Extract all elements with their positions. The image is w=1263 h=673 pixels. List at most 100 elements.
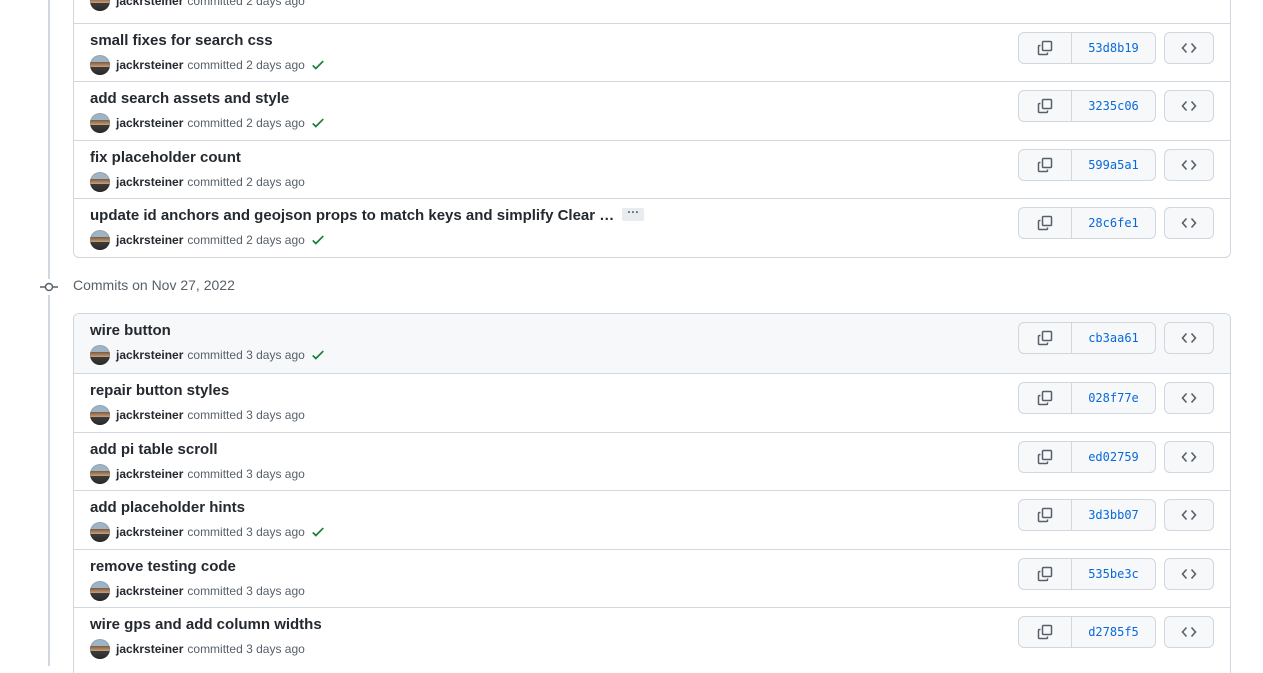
avatar[interactable] — [90, 172, 110, 192]
commit-sha-link[interactable]: 599a5a1 — [1072, 150, 1155, 180]
author-link[interactable]: jackrsteiner — [116, 0, 183, 8]
copy-sha-button[interactable] — [1019, 559, 1072, 589]
sha-button-group: d2785f5 — [1018, 616, 1156, 648]
author-link[interactable]: jackrsteiner — [116, 467, 183, 481]
copy-sha-button[interactable] — [1019, 150, 1072, 180]
commit-meta: jackrsteiner committed 3 days ago — [90, 464, 305, 484]
commit-message-link[interactable]: fix placeholder count — [90, 149, 241, 166]
author-link[interactable]: jackrsteiner — [116, 116, 183, 130]
commit-row: remove testing code jackrsteiner committ… — [74, 549, 1230, 607]
avatar[interactable] — [90, 55, 110, 75]
avatar[interactable] — [90, 0, 110, 11]
copy-sha-button[interactable] — [1019, 91, 1072, 121]
expand-message-button[interactable]: ··· — [622, 206, 645, 221]
copy-icon — [1037, 98, 1053, 114]
commit-action: committed — [187, 233, 243, 247]
copy-sha-button[interactable] — [1019, 500, 1072, 530]
commit-sha-link[interactable]: ed02759 — [1072, 442, 1155, 472]
commit-sha-link[interactable]: 28c6fe1 — [1072, 208, 1155, 238]
author-link[interactable]: jackrsteiner — [116, 233, 183, 247]
sha-button-group: 3d3bb07 — [1018, 499, 1156, 531]
browse-repo-button[interactable] — [1164, 90, 1214, 122]
commit-row: small fixes for search css jackrsteiner … — [74, 23, 1230, 81]
check-icon[interactable] — [311, 116, 325, 130]
avatar[interactable] — [90, 113, 110, 133]
commit-sha-link[interactable]: cb3aa61 — [1072, 323, 1155, 353]
commit-action: committed — [187, 467, 243, 481]
commit-time: 3 days ago — [246, 525, 305, 539]
sha-button-group: 028f77e — [1018, 382, 1156, 414]
browse-repo-button[interactable] — [1164, 499, 1214, 531]
commit-row: add search assets and style jackrsteiner… — [74, 81, 1230, 140]
commit-message-link[interactable]: add pi table scroll — [90, 441, 218, 458]
commit-meta: jackrsteiner committed 2 days ago — [90, 55, 325, 75]
copy-sha-button[interactable] — [1019, 442, 1072, 472]
author-link[interactable]: jackrsteiner — [116, 525, 183, 539]
code-icon — [1181, 332, 1197, 344]
check-icon[interactable] — [311, 525, 325, 539]
browse-repo-button[interactable] — [1164, 558, 1214, 590]
copy-sha-button[interactable] — [1019, 617, 1072, 647]
commit-sha-link[interactable]: 028f77e — [1072, 383, 1155, 413]
check-icon[interactable] — [311, 58, 325, 72]
avatar[interactable] — [90, 464, 110, 484]
check-icon[interactable] — [311, 348, 325, 362]
avatar[interactable] — [90, 230, 110, 250]
commit-sha-link[interactable]: 535be3c — [1072, 559, 1155, 589]
copy-sha-button[interactable] — [1019, 323, 1072, 353]
code-icon — [1181, 100, 1197, 112]
commit-message-link[interactable]: add placeholder hints — [90, 499, 245, 516]
commit-message-link[interactable]: repair button styles — [90, 382, 229, 399]
author-link[interactable]: jackrsteiner — [116, 175, 183, 189]
commit-row: wire button jackrsteiner committed 3 day… — [74, 314, 1230, 373]
commit-sha-link[interactable]: 3235c06 — [1072, 91, 1155, 121]
author-link[interactable]: jackrsteiner — [116, 584, 183, 598]
commit-message-link[interactable]: add search assets and style — [90, 90, 289, 107]
copy-icon — [1037, 390, 1053, 406]
commit-meta: jackrsteiner committed 3 days ago — [90, 405, 305, 425]
copy-sha-button[interactable] — [1019, 208, 1072, 238]
author-link[interactable]: jackrsteiner — [116, 642, 183, 656]
commit-time: 2 days ago — [246, 175, 305, 189]
sha-button-group: 28c6fe1 — [1018, 207, 1156, 239]
browse-repo-button[interactable] — [1164, 149, 1214, 181]
commit-sha-link[interactable]: 3d3bb07 — [1072, 500, 1155, 530]
commit-time: 3 days ago — [246, 584, 305, 598]
commit-message-link[interactable]: wire gps and add column widths — [90, 616, 322, 633]
commit-meta: jackrsteiner committed 3 days ago — [90, 581, 305, 601]
browse-repo-button[interactable] — [1164, 207, 1214, 239]
code-icon — [1181, 42, 1197, 54]
copy-icon — [1037, 215, 1053, 231]
browse-repo-button[interactable] — [1164, 441, 1214, 473]
copy-sha-button[interactable] — [1019, 383, 1072, 413]
commit-sha-link[interactable]: d2785f5 — [1072, 617, 1155, 647]
commit-row: wire gps and add column widths jackrstei… — [74, 607, 1230, 673]
commit-message-link[interactable]: wire button — [90, 322, 171, 339]
commit-meta: jackrsteiner committed 3 days ago — [90, 639, 305, 659]
browse-repo-button[interactable] — [1164, 32, 1214, 64]
commit-action: committed — [187, 525, 243, 539]
avatar[interactable] — [90, 522, 110, 542]
author-link[interactable]: jackrsteiner — [116, 348, 183, 362]
commits-date-heading: Commits on Nov 27, 2022 — [73, 277, 235, 293]
commit-message-link[interactable]: remove testing code — [90, 558, 236, 575]
commit-action: committed — [187, 58, 243, 72]
author-link[interactable]: jackrsteiner — [116, 58, 183, 72]
code-icon — [1181, 217, 1197, 229]
copy-sha-button[interactable] — [1019, 33, 1072, 63]
commit-message-link[interactable]: update id anchors and geojson props to m… — [90, 207, 614, 224]
author-link[interactable]: jackrsteiner — [116, 408, 183, 422]
commit-meta: jackrsteiner committed 2 days ago — [90, 172, 305, 192]
browse-repo-button[interactable] — [1164, 322, 1214, 354]
commit-row: add pi table scroll jackrsteiner committ… — [74, 432, 1230, 490]
avatar[interactable] — [90, 581, 110, 601]
avatar[interactable] — [90, 639, 110, 659]
avatar[interactable] — [90, 345, 110, 365]
check-icon[interactable] — [311, 233, 325, 247]
sha-button-group: cb3aa61 — [1018, 322, 1156, 354]
browse-repo-button[interactable] — [1164, 616, 1214, 648]
commit-sha-link[interactable]: 53d8b19 — [1072, 33, 1155, 63]
avatar[interactable] — [90, 405, 110, 425]
commit-message-link[interactable]: small fixes for search css — [90, 32, 273, 49]
browse-repo-button[interactable] — [1164, 382, 1214, 414]
